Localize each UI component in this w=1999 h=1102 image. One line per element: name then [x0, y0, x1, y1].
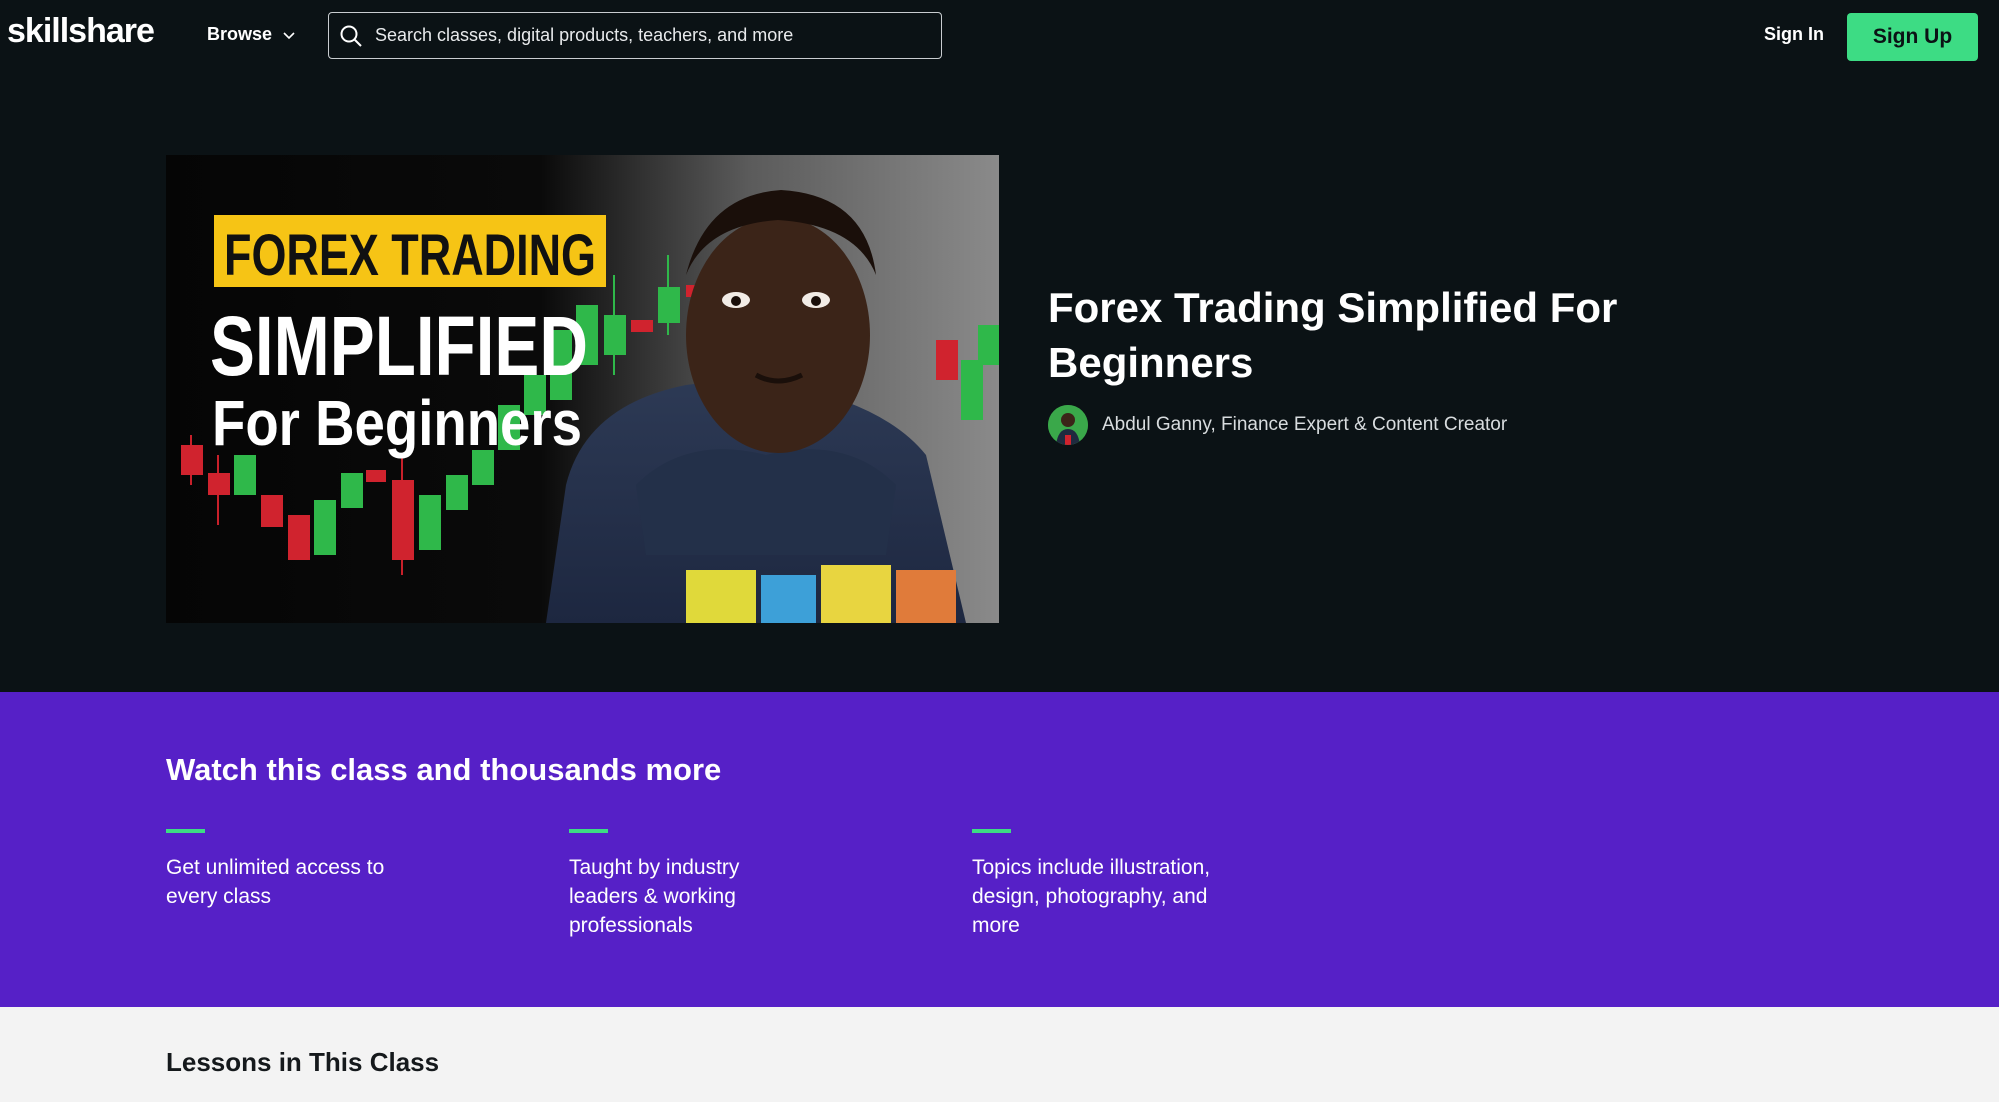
feature-item: Topics include illustration, design, pho… — [972, 829, 1252, 940]
lessons-heading: Lessons in This Class — [166, 1047, 440, 1077]
sign-in-link[interactable]: Sign In — [1764, 24, 1824, 45]
feature-item: Taught by industry leaders & working pro… — [569, 829, 849, 940]
browse-menu-button[interactable]: Browse — [207, 24, 296, 45]
lessons-section: Lessons in This Class — [0, 1007, 1999, 1102]
feature-accent-bar — [972, 829, 1011, 833]
promo-section: Watch this class and thousands more Get … — [0, 692, 1999, 1007]
teacher-info[interactable]: Abdul Ganny, Finance Expert & Content Cr… — [1048, 405, 1507, 445]
search-bar[interactable] — [328, 12, 942, 59]
skillshare-logo[interactable]: skillshare — [7, 12, 155, 51]
thumbnail-line3: For Beginners — [212, 387, 582, 459]
class-thumbnail[interactable]: FOREX TRADING SIMPLIFIED For Beginners — [166, 155, 999, 623]
thumbnail-line2: SIMPLIFIED — [210, 299, 588, 393]
thumbnail-line1: FOREX TRADING — [224, 223, 596, 288]
feature-text: Get unlimited access to every class — [166, 856, 385, 908]
feature-accent-bar — [569, 829, 608, 833]
teacher-name-link[interactable]: Abdul Ganny, Finance Expert & Content Cr… — [1102, 414, 1507, 436]
sign-up-button[interactable]: Sign Up — [1847, 13, 1978, 61]
browse-label: Browse — [207, 24, 273, 44]
feature-text: Topics include illustration, design, pho… — [972, 856, 1211, 937]
thumbnail-artwork: FOREX TRADING SIMPLIFIED For Beginners — [166, 155, 999, 623]
chevron-down-icon — [283, 31, 295, 39]
feature-item: Get unlimited access to every class — [166, 829, 446, 911]
avatar-image — [1048, 405, 1088, 445]
teacher-avatar[interactable] — [1048, 405, 1088, 445]
feature-accent-bar — [166, 829, 205, 833]
class-title: Forex Trading Simplified For Beginners — [1048, 284, 1618, 386]
search-icon — [340, 25, 362, 47]
top-nav: skillshare Browse Sign In Sign Up — [0, 0, 1999, 73]
search-input[interactable] — [373, 24, 937, 47]
promo-title: Watch this class and thousands more — [166, 752, 722, 787]
feature-text: Taught by industry leaders & working pro… — [569, 856, 740, 937]
